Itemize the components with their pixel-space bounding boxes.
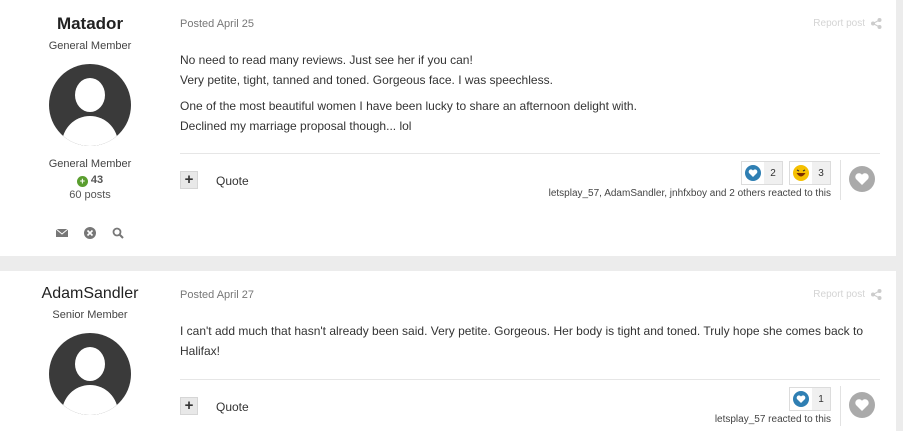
- author-title: General Member: [48, 40, 132, 52]
- plus-circle-icon: +: [76, 176, 88, 187]
- post-date[interactable]: Posted April 25: [180, 18, 896, 30]
- quote-button[interactable]: Quote: [216, 174, 249, 188]
- divider: [840, 160, 841, 200]
- envelope-icon[interactable]: [56, 227, 68, 239]
- reacted-by-text[interactable]: letsplay_57 reacted to this: [715, 414, 831, 425]
- body-line: No need to read many reviews. Just see h…: [180, 53, 473, 67]
- author-actions: [0, 227, 180, 239]
- divider: [180, 153, 880, 154]
- author-name[interactable]: AdamSandler: [0, 285, 180, 303]
- author-panel: Matador General Member General Member +4…: [0, 0, 180, 239]
- reputation: +43: [0, 174, 180, 187]
- body-line: Declined my marriage proposal though... …: [180, 119, 412, 133]
- report-post-link[interactable]: Report post: [813, 289, 865, 300]
- reaction-haha[interactable]: 3: [789, 161, 831, 185]
- reaction-like[interactable]: 2: [741, 161, 783, 185]
- share-icon[interactable]: [871, 289, 882, 300]
- member-group: General Member: [48, 158, 132, 170]
- quote-button[interactable]: Quote: [216, 400, 249, 414]
- search-icon[interactable]: [112, 227, 124, 239]
- post-content: Posted April 27 Report post I can't add …: [180, 271, 896, 426]
- block-icon[interactable]: [84, 227, 96, 239]
- reaction-count: 2: [764, 162, 782, 184]
- reputation-value: 43: [90, 174, 104, 186]
- multiquote-button[interactable]: +: [180, 171, 198, 189]
- avatar[interactable]: [49, 333, 131, 415]
- react-button[interactable]: [849, 166, 875, 192]
- reacted-by-text[interactable]: letsplay_57, AdamSandler, jnhfxboy and 2…: [549, 188, 831, 199]
- reaction-count: 1: [812, 388, 830, 410]
- post-matador: Matador General Member General Member +4…: [0, 0, 896, 256]
- post-tools: Report post: [813, 289, 882, 300]
- body-line: One of the most beautiful women I have b…: [180, 99, 637, 113]
- heart-icon: [855, 173, 869, 185]
- heart-icon: [855, 399, 869, 411]
- react-button[interactable]: [849, 392, 875, 418]
- author-panel: AdamSandler Senior Member: [0, 271, 180, 415]
- post-adamsandler: AdamSandler Senior Member Posted April 2…: [0, 271, 896, 431]
- reaction-count: 3: [812, 162, 830, 184]
- reaction-like[interactable]: 1: [789, 387, 831, 411]
- post-count: 60 posts: [69, 189, 111, 201]
- body-line: I can't add much that hasn't already bee…: [180, 324, 863, 358]
- post-tools: Report post: [813, 18, 882, 29]
- author-name[interactable]: Matador: [0, 14, 180, 34]
- reaction-summary: 1: [789, 387, 831, 411]
- post-body: No need to read many reviews. Just see h…: [180, 50, 896, 136]
- haha-emoji-icon: [793, 165, 809, 181]
- paragraph-2: One of the most beautiful women I have b…: [180, 96, 896, 136]
- like-heart-icon: [745, 165, 761, 181]
- post-date[interactable]: Posted April 27: [180, 289, 896, 301]
- multiquote-button[interactable]: +: [180, 397, 198, 415]
- report-post-link[interactable]: Report post: [813, 18, 865, 29]
- avatar[interactable]: [49, 64, 131, 146]
- author-title: Senior Member: [52, 309, 128, 321]
- divider: [840, 386, 841, 426]
- like-heart-icon: [793, 391, 809, 407]
- reaction-summary: 2 3: [741, 161, 831, 185]
- divider: [180, 379, 880, 380]
- paragraph-1: No need to read many reviews. Just see h…: [180, 50, 896, 90]
- share-icon[interactable]: [871, 18, 882, 29]
- post-content: Posted April 25 Report post No need to r…: [180, 0, 896, 200]
- body-line: Very petite, tight, tanned and toned. Go…: [180, 73, 553, 87]
- post-body: I can't add much that hasn't already bee…: [180, 321, 885, 361]
